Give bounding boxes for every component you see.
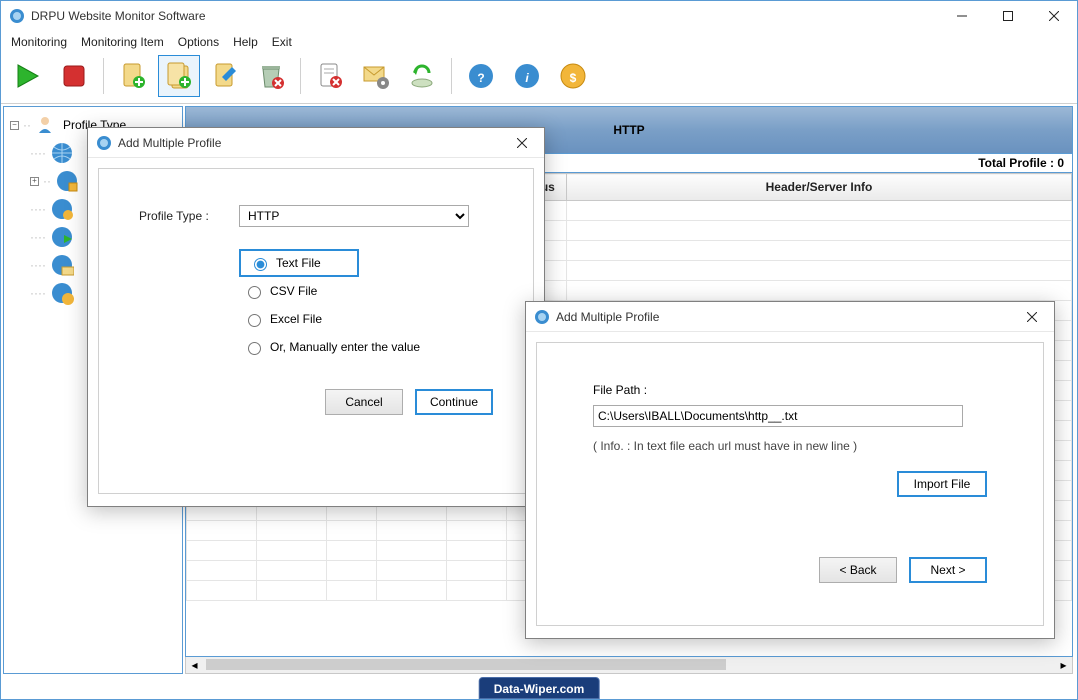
filepath-input[interactable] — [593, 405, 963, 427]
globe-arrow-icon — [50, 225, 74, 249]
globe-icon — [50, 141, 74, 165]
toolbar-separator — [300, 58, 301, 94]
menu-monitoring[interactable]: Monitoring — [11, 35, 67, 49]
continue-button[interactable]: Continue — [415, 389, 493, 415]
globe-gear-icon — [50, 197, 74, 221]
menu-exit[interactable]: Exit — [272, 35, 292, 49]
radio-text-file-input[interactable] — [254, 258, 267, 271]
col-header-info[interactable]: Header/Server Info — [567, 174, 1072, 201]
dialog1-titlebar: Add Multiple Profile — [88, 128, 544, 158]
dialog2-body: File Path : ( Info. : In text file each … — [536, 342, 1044, 626]
radio-csv-file-label: CSV File — [270, 284, 317, 298]
collapse-icon[interactable]: − — [10, 121, 19, 130]
dialog2-titlebar: Add Multiple Profile — [526, 302, 1054, 332]
doc-disable-button[interactable] — [309, 55, 351, 97]
menu-help[interactable]: Help — [233, 35, 258, 49]
dialog2-close-button[interactable] — [1018, 303, 1046, 331]
dialog1-title: Add Multiple Profile — [118, 136, 508, 150]
delete-profile-button[interactable] — [250, 55, 292, 97]
next-button[interactable]: Next > — [909, 557, 987, 583]
cancel-button[interactable]: Cancel — [325, 389, 403, 415]
back-button[interactable]: < Back — [819, 557, 897, 583]
maximize-button[interactable] — [985, 1, 1031, 31]
add-multiple-profile-filepath-dialog: Add Multiple Profile File Path : ( Info.… — [525, 301, 1055, 639]
expand-icon[interactable]: + — [30, 177, 39, 186]
radio-manual[interactable]: Or, Manually enter the value — [239, 333, 493, 361]
dialog1-close-button[interactable] — [508, 129, 536, 157]
svg-text:?: ? — [477, 71, 484, 85]
add-multiple-profile-dialog: Add Multiple Profile Profile Type : HTTP… — [87, 127, 545, 507]
menubar: Monitoring Monitoring Item Options Help … — [1, 31, 1077, 55]
menu-options[interactable]: Options — [178, 35, 219, 49]
radio-text-file[interactable]: Text File — [239, 249, 359, 277]
horizontal-scrollbar[interactable]: ◂ ▸ — [185, 657, 1073, 674]
dialog-icon — [534, 309, 550, 325]
radio-csv-file[interactable]: CSV File — [239, 277, 493, 305]
radio-text-file-label: Text File — [276, 256, 321, 270]
main-header-label: HTTP — [613, 123, 644, 137]
close-button[interactable] — [1031, 1, 1077, 31]
app-title: DRPU Website Monitor Software — [31, 9, 1069, 23]
info-button[interactable]: i — [506, 55, 548, 97]
globe-dollar-icon — [50, 281, 74, 305]
stop-button[interactable] — [53, 55, 95, 97]
toolbar-separator — [451, 58, 452, 94]
branding-badge: Data-Wiper.com — [479, 677, 600, 699]
toolbar-separator — [103, 58, 104, 94]
radio-excel-file-label: Excel File — [270, 312, 322, 326]
titlebar: DRPU Website Monitor Software — [1, 1, 1077, 31]
add-multiple-button[interactable] — [158, 55, 200, 97]
refresh-button[interactable] — [401, 55, 443, 97]
info-text: ( Info. : In text file each url must hav… — [593, 439, 987, 453]
dialog2-footer: < Back Next > — [593, 497, 987, 583]
globe-mail-icon — [50, 253, 74, 277]
menu-monitoring-item[interactable]: Monitoring Item — [81, 35, 164, 49]
profile-type-row: Profile Type : HTTP — [139, 205, 493, 227]
dialog1-footer: Cancel Continue — [139, 361, 493, 415]
radio-excel-file[interactable]: Excel File — [239, 305, 493, 333]
app-icon — [9, 8, 25, 24]
globe-lock-icon — [55, 169, 79, 193]
dialog2-title: Add Multiple Profile — [556, 310, 1018, 324]
toolbar: ? i $ — [1, 55, 1077, 104]
profile-type-label: Profile Type : — [139, 209, 229, 223]
main-window: DRPU Website Monitor Software Monitoring… — [0, 0, 1078, 700]
scroll-thumb[interactable] — [206, 659, 726, 670]
dialog-icon — [96, 135, 112, 151]
window-controls — [939, 1, 1077, 31]
radio-excel-file-input[interactable] — [248, 314, 261, 327]
dialog1-body: Profile Type : HTTP Text File CSV File E… — [98, 168, 534, 494]
purchase-button[interactable]: $ — [552, 55, 594, 97]
radio-manual-label: Or, Manually enter the value — [270, 340, 420, 354]
filepath-label: File Path : — [593, 383, 987, 397]
scroll-right-icon[interactable]: ▸ — [1055, 657, 1072, 672]
mail-settings-button[interactable] — [355, 55, 397, 97]
radio-manual-input[interactable] — [248, 342, 261, 355]
add-profile-button[interactable] — [112, 55, 154, 97]
import-file-button[interactable]: Import File — [897, 471, 987, 497]
help-button[interactable]: ? — [460, 55, 502, 97]
scroll-left-icon[interactable]: ◂ — [186, 657, 203, 672]
edit-profile-button[interactable] — [204, 55, 246, 97]
minimize-button[interactable] — [939, 1, 985, 31]
svg-text:$: $ — [570, 71, 577, 85]
play-button[interactable] — [7, 55, 49, 97]
profile-root-icon — [35, 113, 59, 137]
radio-csv-file-input[interactable] — [248, 286, 261, 299]
profile-type-select[interactable]: HTTP — [239, 205, 469, 227]
source-radio-group: Text File CSV File Excel File Or, Manual… — [239, 249, 493, 361]
total-profile-label: Total Profile : 0 — [978, 156, 1064, 170]
